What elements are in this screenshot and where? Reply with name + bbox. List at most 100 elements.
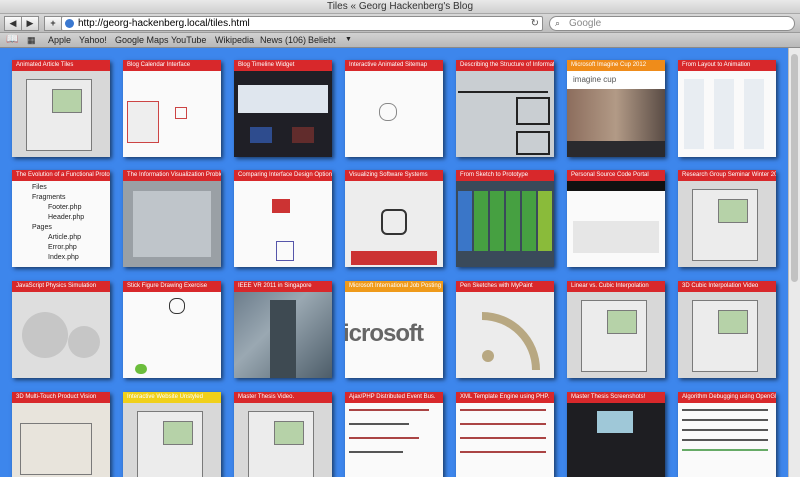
tile-master-thesis-screenshots[interactable]: Master Thesis Screenshots! <box>567 392 665 477</box>
vertical-scrollbar[interactable] <box>788 48 800 477</box>
browser-toolbar: ◀ ▶ + http://georg-hackenberg.local/tile… <box>0 14 800 33</box>
tile-3d-cubic-interpolation[interactable]: 3D Cubic Interpolation Video <box>678 281 776 378</box>
tile-image <box>678 181 776 267</box>
bookmark-yahoo[interactable]: Yahoo! <box>79 33 107 47</box>
tile-pen-sketches-mypaint[interactable]: Pen Sketches with MyPaint <box>456 281 554 378</box>
back-button[interactable]: ◀ <box>4 16 22 31</box>
tile-title: The Evolution of a Functional Prototype <box>12 170 110 181</box>
tile-title: Blog Timeline Widget <box>234 60 332 71</box>
tile-title: Interactive Website Unstyled <box>123 392 221 403</box>
tile-title: Master Thesis Video. <box>234 392 332 403</box>
tile-title: Master Thesis Screenshots! <box>567 392 665 403</box>
tile-linear-vs-cubic[interactable]: Linear vs. Cubic Interpolation <box>567 281 665 378</box>
tile-title: Personal Source Code Portal <box>567 170 665 181</box>
tile-from-layout-to-animation[interactable]: From Layout to Animation <box>678 60 776 157</box>
bookmark-wikipedia[interactable]: Wikipedia <box>215 33 254 47</box>
search-field[interactable]: ⌕ Google <box>549 16 795 31</box>
tile-title: The Information Visualization Problem <box>123 170 221 181</box>
tile-blog-calendar-interface[interactable]: Blog Calendar Interface <box>123 60 221 157</box>
tile-algorithm-debugging-opengl[interactable]: Algorithm Debugging using OpenGL <box>678 392 776 477</box>
tile-microsoft-job-posting[interactable]: Microsoft International Job Posting icro… <box>345 281 443 378</box>
tile-interactive-website-unstyled[interactable]: Interactive Website Unstyled <box>123 392 221 477</box>
tile-from-sketch-to-prototype[interactable]: From Sketch to Prototype <box>456 170 554 267</box>
bookmark-google-maps[interactable]: Google Maps <box>115 33 169 47</box>
tree-file[interactable]: Index.php <box>48 254 79 261</box>
tile-master-thesis-video[interactable]: Master Thesis Video. <box>234 392 332 477</box>
address-bar[interactable]: http://georg-hackenberg.local/tiles.html… <box>61 16 543 31</box>
add-bookmark-button[interactable]: + <box>44 16 62 31</box>
bookmarks-bar: 📖 ▦ Apple Yahoo! Google Maps YouTube Wik… <box>0 33 800 48</box>
tile-xml-template-engine[interactable]: XML Template Engine using PHP. <box>456 392 554 477</box>
tile-stick-figure-drawing[interactable]: Stick Figure Drawing Exercise <box>123 281 221 378</box>
bookmark-news[interactable]: News (106) <box>260 33 306 47</box>
tile-image <box>345 71 443 157</box>
tree-folder[interactable]: Fragments <box>32 194 65 201</box>
tile-image <box>456 71 554 157</box>
tile-visualizing-software-systems[interactable]: Visualizing Software Systems <box>345 170 443 267</box>
url-text: http://georg-hackenberg.local/tiles.html <box>78 18 250 29</box>
tile-research-group-seminar[interactable]: Research Group Seminar Winter 2011 <box>678 170 776 267</box>
tile-javascript-physics-simulation[interactable]: JavaScript Physics Simulation <box>12 281 110 378</box>
tiles-canvas: Animated Article Tiles Blog Calendar Int… <box>0 48 788 477</box>
tile-image <box>12 292 110 378</box>
tile-title: 3D Cubic Interpolation Video <box>678 281 776 292</box>
scrollbar-thumb[interactable] <box>791 54 798 282</box>
tile-interactive-animated-sitemap[interactable]: Interactive Animated Sitemap <box>345 60 443 157</box>
tile-ajax-php-event-bus[interactable]: Ajax/PHP Distributed Event Bus. <box>345 392 443 477</box>
tile-image <box>234 181 332 267</box>
tile-ieee-vr-2011[interactable]: IEEE VR 2011 in Singapore <box>234 281 332 378</box>
tile-title: Pen Sketches with MyPaint <box>456 281 554 292</box>
tile-image <box>123 403 221 477</box>
tile-information-visualization-problem[interactable]: The Information Visualization Problem <box>123 170 221 267</box>
tile-evolution-functional-prototype[interactable]: The Evolution of a Functional Prototype … <box>12 170 110 267</box>
tile-title: Stick Figure Drawing Exercise <box>123 281 221 292</box>
code-snippet <box>678 403 776 477</box>
tile-title: 3D Multi-Touch Product Vision <box>12 392 110 403</box>
tile-title: XML Template Engine using PHP. <box>456 392 554 403</box>
tile-image <box>123 181 221 267</box>
bookmark-apple[interactable]: Apple <box>48 33 71 47</box>
tile-title: Blog Calendar Interface <box>123 60 221 71</box>
tree-folder[interactable]: Files <box>32 184 47 191</box>
grid-icon[interactable]: ▦ <box>27 33 36 47</box>
tile-blog-timeline-widget[interactable]: Blog Timeline Widget <box>234 60 332 157</box>
tile-title: Research Group Seminar Winter 2011 <box>678 170 776 181</box>
tree-folder[interactable]: Pages <box>32 224 52 231</box>
tile-image <box>12 71 110 157</box>
forward-button[interactable]: ▶ <box>21 16 39 31</box>
tile-image <box>123 71 221 157</box>
tile-image: icrosoft <box>345 292 443 378</box>
imagine-cup-logo: imagine cup <box>567 71 665 89</box>
tile-title: From Layout to Animation <box>678 60 776 71</box>
reload-icon[interactable]: ↻ <box>531 17 539 30</box>
tile-image <box>234 403 332 477</box>
book-icon[interactable]: 📖 <box>6 33 18 47</box>
tree-file[interactable]: Header.php <box>48 214 84 221</box>
search-icon: ⌕ <box>555 18 561 28</box>
tile-animated-article-tiles[interactable]: Animated Article Tiles <box>12 60 110 157</box>
tree-file[interactable]: Article.php <box>48 234 81 241</box>
tile-image <box>123 292 221 378</box>
tile-personal-source-code-portal[interactable]: Personal Source Code Portal <box>567 170 665 267</box>
tile-title: Describing the Structure of Information <box>456 60 554 71</box>
search-placeholder: Google <box>569 18 602 29</box>
microsoft-logo-text: icrosoft <box>345 320 424 347</box>
tile-image <box>234 292 332 378</box>
tree-file[interactable]: Footer.php <box>48 204 81 211</box>
tree-file[interactable]: Error.php <box>48 244 77 251</box>
tile-title: Ajax/PHP Distributed Event Bus. <box>345 392 443 403</box>
tile-image <box>12 403 110 477</box>
file-tree: Files Fragments Footer.php Header.php Pa… <box>12 181 110 267</box>
tile-microsoft-imagine-cup[interactable]: Microsoft Imagine Cup 2012 imagine cup <box>567 60 665 157</box>
bookmark-beliebt[interactable]: Beliebt <box>308 33 336 47</box>
bookmark-youtube[interactable]: YouTube <box>171 33 206 47</box>
tile-title: Comparing Interface Design Options <box>234 170 332 181</box>
tile-3d-multi-touch[interactable]: 3D Multi-Touch Product Vision <box>12 392 110 477</box>
tile-image <box>567 292 665 378</box>
tile-title: Visualizing Software Systems <box>345 170 443 181</box>
chevron-down-icon[interactable]: ▼ <box>345 33 352 47</box>
tile-image <box>678 71 776 157</box>
code-snippet <box>456 403 554 477</box>
tile-describing-structure[interactable]: Describing the Structure of Information <box>456 60 554 157</box>
tile-comparing-interface-design[interactable]: Comparing Interface Design Options <box>234 170 332 267</box>
